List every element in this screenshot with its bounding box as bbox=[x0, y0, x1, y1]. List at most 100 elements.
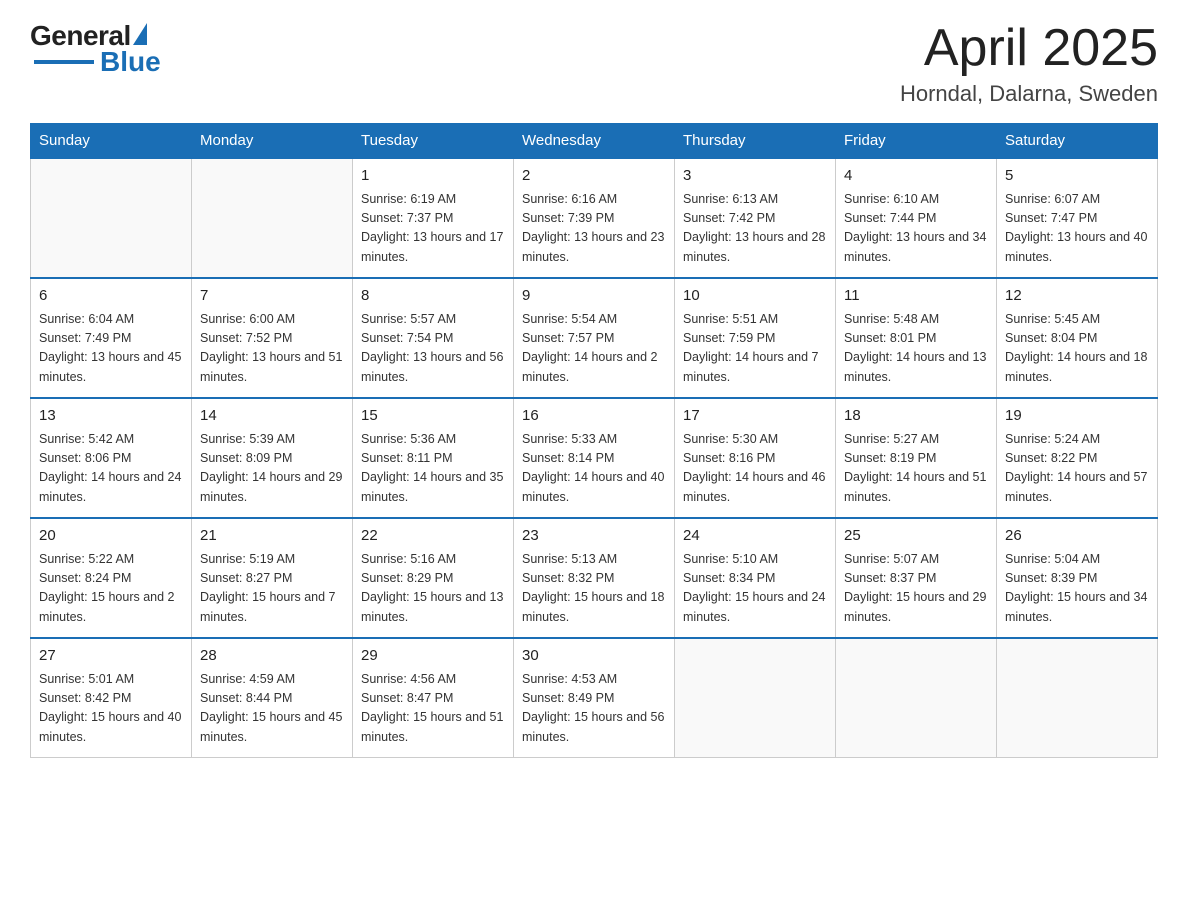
week-row-1: 1Sunrise: 6:19 AMSunset: 7:37 PMDaylight… bbox=[31, 158, 1158, 278]
day-number: 15 bbox=[361, 405, 505, 428]
day-cell-25: 25Sunrise: 5:07 AMSunset: 8:37 PMDayligh… bbox=[836, 518, 997, 638]
day-info: Sunrise: 5:10 AMSunset: 8:34 PMDaylight:… bbox=[683, 550, 827, 628]
day-number: 11 bbox=[844, 285, 988, 308]
calendar-title: April 2025 bbox=[900, 20, 1158, 77]
location-label: Horndal, Dalarna, Sweden bbox=[900, 81, 1158, 107]
day-number: 30 bbox=[522, 645, 666, 668]
day-info: Sunrise: 6:07 AMSunset: 7:47 PMDaylight:… bbox=[1005, 190, 1149, 268]
day-cell-7: 7Sunrise: 6:00 AMSunset: 7:52 PMDaylight… bbox=[192, 278, 353, 398]
day-number: 22 bbox=[361, 525, 505, 548]
day-number: 12 bbox=[1005, 285, 1149, 308]
day-info: Sunrise: 5:19 AMSunset: 8:27 PMDaylight:… bbox=[200, 550, 344, 628]
day-cell-11: 11Sunrise: 5:48 AMSunset: 8:01 PMDayligh… bbox=[836, 278, 997, 398]
day-number: 25 bbox=[844, 525, 988, 548]
day-info: Sunrise: 6:00 AMSunset: 7:52 PMDaylight:… bbox=[200, 310, 344, 388]
day-number: 9 bbox=[522, 285, 666, 308]
day-number: 29 bbox=[361, 645, 505, 668]
day-number: 4 bbox=[844, 165, 988, 188]
day-cell-17: 17Sunrise: 5:30 AMSunset: 8:16 PMDayligh… bbox=[675, 398, 836, 518]
day-number: 13 bbox=[39, 405, 183, 428]
day-info: Sunrise: 5:16 AMSunset: 8:29 PMDaylight:… bbox=[361, 550, 505, 628]
day-info: Sunrise: 5:24 AMSunset: 8:22 PMDaylight:… bbox=[1005, 430, 1149, 508]
day-number: 27 bbox=[39, 645, 183, 668]
day-info: Sunrise: 5:39 AMSunset: 8:09 PMDaylight:… bbox=[200, 430, 344, 508]
day-info: Sunrise: 6:10 AMSunset: 7:44 PMDaylight:… bbox=[844, 190, 988, 268]
weekday-header-tuesday: Tuesday bbox=[353, 124, 514, 159]
day-cell-24: 24Sunrise: 5:10 AMSunset: 8:34 PMDayligh… bbox=[675, 518, 836, 638]
day-cell-22: 22Sunrise: 5:16 AMSunset: 8:29 PMDayligh… bbox=[353, 518, 514, 638]
day-number: 26 bbox=[1005, 525, 1149, 548]
day-number: 28 bbox=[200, 645, 344, 668]
day-cell-9: 9Sunrise: 5:54 AMSunset: 7:57 PMDaylight… bbox=[514, 278, 675, 398]
day-number: 21 bbox=[200, 525, 344, 548]
day-info: Sunrise: 5:07 AMSunset: 8:37 PMDaylight:… bbox=[844, 550, 988, 628]
day-info: Sunrise: 5:36 AMSunset: 8:11 PMDaylight:… bbox=[361, 430, 505, 508]
day-number: 6 bbox=[39, 285, 183, 308]
weekday-header-saturday: Saturday bbox=[997, 124, 1158, 159]
day-info: Sunrise: 6:19 AMSunset: 7:37 PMDaylight:… bbox=[361, 190, 505, 268]
day-info: Sunrise: 6:13 AMSunset: 7:42 PMDaylight:… bbox=[683, 190, 827, 268]
day-info: Sunrise: 4:53 AMSunset: 8:49 PMDaylight:… bbox=[522, 670, 666, 748]
day-cell-20: 20Sunrise: 5:22 AMSunset: 8:24 PMDayligh… bbox=[31, 518, 192, 638]
calendar-table: SundayMondayTuesdayWednesdayThursdayFrid… bbox=[30, 123, 1158, 758]
day-cell-2: 2Sunrise: 6:16 AMSunset: 7:39 PMDaylight… bbox=[514, 158, 675, 278]
day-number: 7 bbox=[200, 285, 344, 308]
week-row-5: 27Sunrise: 5:01 AMSunset: 8:42 PMDayligh… bbox=[31, 638, 1158, 758]
title-block: April 2025 Horndal, Dalarna, Sweden bbox=[900, 20, 1158, 107]
day-info: Sunrise: 5:30 AMSunset: 8:16 PMDaylight:… bbox=[683, 430, 827, 508]
day-number: 19 bbox=[1005, 405, 1149, 428]
day-cell-18: 18Sunrise: 5:27 AMSunset: 8:19 PMDayligh… bbox=[836, 398, 997, 518]
day-number: 8 bbox=[361, 285, 505, 308]
day-cell-4: 4Sunrise: 6:10 AMSunset: 7:44 PMDaylight… bbox=[836, 158, 997, 278]
week-row-4: 20Sunrise: 5:22 AMSunset: 8:24 PMDayligh… bbox=[31, 518, 1158, 638]
day-cell-1: 1Sunrise: 6:19 AMSunset: 7:37 PMDaylight… bbox=[353, 158, 514, 278]
day-info: Sunrise: 5:27 AMSunset: 8:19 PMDaylight:… bbox=[844, 430, 988, 508]
weekday-header-sunday: Sunday bbox=[31, 124, 192, 159]
day-cell-10: 10Sunrise: 5:51 AMSunset: 7:59 PMDayligh… bbox=[675, 278, 836, 398]
day-info: Sunrise: 5:01 AMSunset: 8:42 PMDaylight:… bbox=[39, 670, 183, 748]
day-info: Sunrise: 5:42 AMSunset: 8:06 PMDaylight:… bbox=[39, 430, 183, 508]
day-number: 24 bbox=[683, 525, 827, 548]
day-number: 10 bbox=[683, 285, 827, 308]
weekday-header-friday: Friday bbox=[836, 124, 997, 159]
day-cell-8: 8Sunrise: 5:57 AMSunset: 7:54 PMDaylight… bbox=[353, 278, 514, 398]
day-info: Sunrise: 5:45 AMSunset: 8:04 PMDaylight:… bbox=[1005, 310, 1149, 388]
logo-triangle-icon bbox=[133, 23, 147, 45]
day-cell-6: 6Sunrise: 6:04 AMSunset: 7:49 PMDaylight… bbox=[31, 278, 192, 398]
day-info: Sunrise: 5:13 AMSunset: 8:32 PMDaylight:… bbox=[522, 550, 666, 628]
day-info: Sunrise: 5:04 AMSunset: 8:39 PMDaylight:… bbox=[1005, 550, 1149, 628]
page-header: General Blue April 2025 Horndal, Dalarna… bbox=[30, 20, 1158, 107]
empty-cell bbox=[675, 638, 836, 758]
day-cell-19: 19Sunrise: 5:24 AMSunset: 8:22 PMDayligh… bbox=[997, 398, 1158, 518]
day-cell-27: 27Sunrise: 5:01 AMSunset: 8:42 PMDayligh… bbox=[31, 638, 192, 758]
empty-cell bbox=[31, 158, 192, 278]
day-info: Sunrise: 5:22 AMSunset: 8:24 PMDaylight:… bbox=[39, 550, 183, 628]
day-number: 2 bbox=[522, 165, 666, 188]
day-info: Sunrise: 5:48 AMSunset: 8:01 PMDaylight:… bbox=[844, 310, 988, 388]
day-info: Sunrise: 5:57 AMSunset: 7:54 PMDaylight:… bbox=[361, 310, 505, 388]
day-cell-30: 30Sunrise: 4:53 AMSunset: 8:49 PMDayligh… bbox=[514, 638, 675, 758]
weekday-header-wednesday: Wednesday bbox=[514, 124, 675, 159]
logo-bar bbox=[34, 60, 94, 64]
day-cell-3: 3Sunrise: 6:13 AMSunset: 7:42 PMDaylight… bbox=[675, 158, 836, 278]
day-cell-5: 5Sunrise: 6:07 AMSunset: 7:47 PMDaylight… bbox=[997, 158, 1158, 278]
empty-cell bbox=[836, 638, 997, 758]
day-number: 3 bbox=[683, 165, 827, 188]
day-cell-14: 14Sunrise: 5:39 AMSunset: 8:09 PMDayligh… bbox=[192, 398, 353, 518]
day-number: 18 bbox=[844, 405, 988, 428]
day-cell-12: 12Sunrise: 5:45 AMSunset: 8:04 PMDayligh… bbox=[997, 278, 1158, 398]
day-number: 20 bbox=[39, 525, 183, 548]
day-cell-21: 21Sunrise: 5:19 AMSunset: 8:27 PMDayligh… bbox=[192, 518, 353, 638]
day-number: 5 bbox=[1005, 165, 1149, 188]
weekday-header-monday: Monday bbox=[192, 124, 353, 159]
day-cell-13: 13Sunrise: 5:42 AMSunset: 8:06 PMDayligh… bbox=[31, 398, 192, 518]
day-cell-23: 23Sunrise: 5:13 AMSunset: 8:32 PMDayligh… bbox=[514, 518, 675, 638]
day-number: 23 bbox=[522, 525, 666, 548]
day-info: Sunrise: 5:51 AMSunset: 7:59 PMDaylight:… bbox=[683, 310, 827, 388]
day-cell-28: 28Sunrise: 4:59 AMSunset: 8:44 PMDayligh… bbox=[192, 638, 353, 758]
day-info: Sunrise: 4:59 AMSunset: 8:44 PMDaylight:… bbox=[200, 670, 344, 748]
day-cell-15: 15Sunrise: 5:36 AMSunset: 8:11 PMDayligh… bbox=[353, 398, 514, 518]
day-info: Sunrise: 6:04 AMSunset: 7:49 PMDaylight:… bbox=[39, 310, 183, 388]
day-info: Sunrise: 5:33 AMSunset: 8:14 PMDaylight:… bbox=[522, 430, 666, 508]
day-cell-16: 16Sunrise: 5:33 AMSunset: 8:14 PMDayligh… bbox=[514, 398, 675, 518]
